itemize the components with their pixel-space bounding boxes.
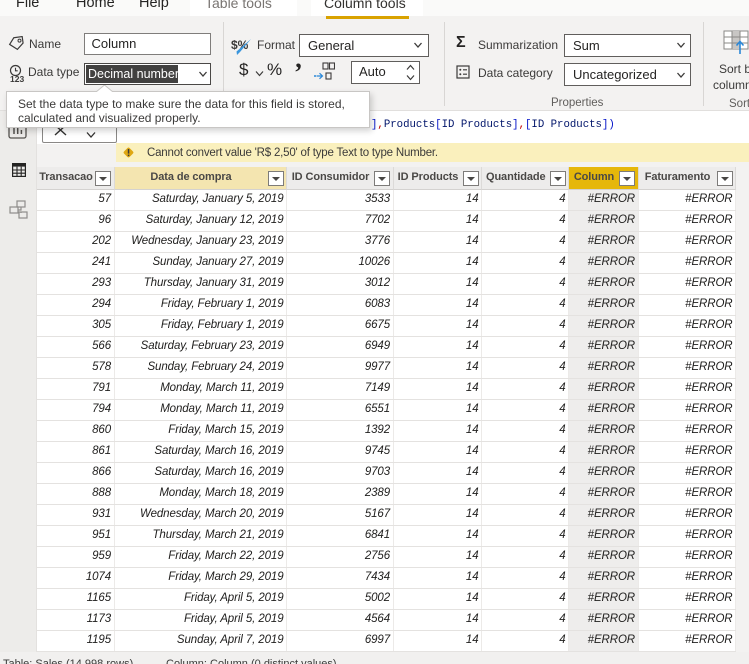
svg-text:123: 123 (10, 74, 24, 84)
